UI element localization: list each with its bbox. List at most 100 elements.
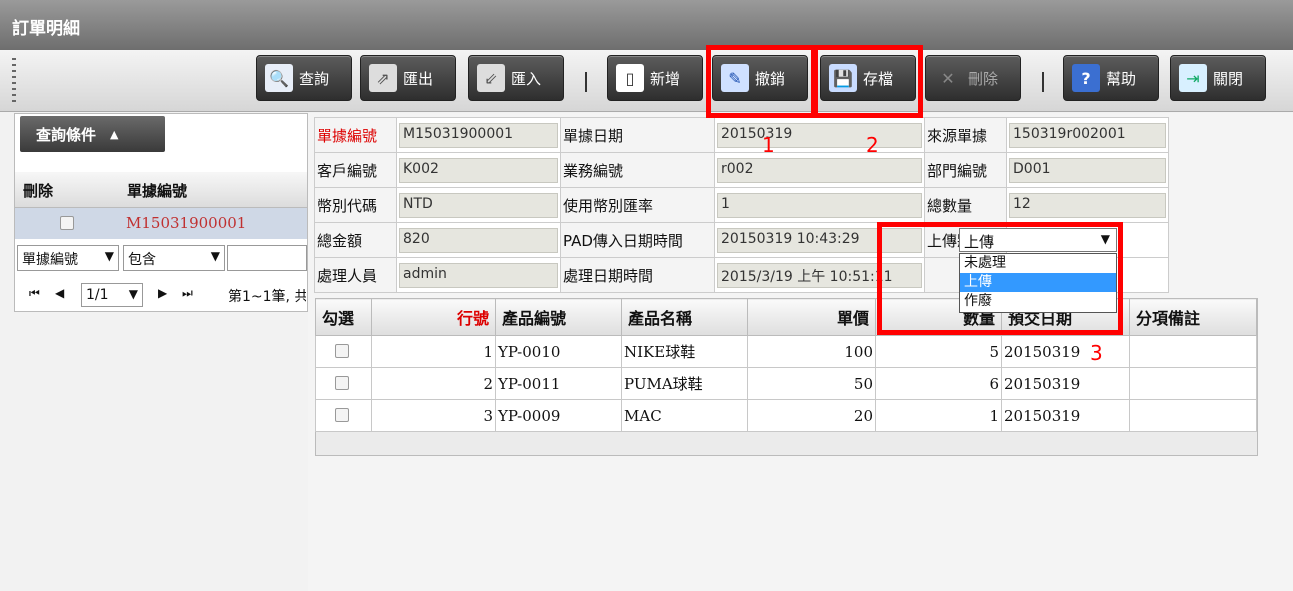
query-conditions-tab[interactable]: 查詢條件 ▲ [20,116,165,152]
row-select-checkbox[interactable] [335,376,349,390]
customer-no-label: 客戶編號 [314,152,397,188]
help-button[interactable]: ? 幫助 [1063,55,1159,101]
first-page-icon[interactable]: ⏮ [29,286,40,301]
cell-item-note[interactable] [1129,399,1257,432]
source-doc-field[interactable]: 150319r002001 [1009,122,1166,148]
dept-no-field[interactable]: D001 [1009,157,1166,183]
cell-line-no: 2 [371,367,496,400]
cell-item-note[interactable] [1129,367,1257,400]
import-icon: ⇙ [477,64,505,92]
window-title: 訂單明細 [12,19,80,39]
export-icon: ⇗ [369,64,397,92]
column-header-line-no[interactable]: 行號 [371,298,496,336]
export-button[interactable]: ⇗ 匯出 [360,55,456,101]
filter-operator-select[interactable]: 包含 ▼ [123,245,225,271]
cell-product-code[interactable]: YP-0011 [495,367,622,400]
doc-date-label: 單據日期 [560,117,715,153]
toolbar-separator [585,72,587,92]
annotation-number-2: 2 [866,133,879,157]
doc-date-field[interactable]: 20150319 [717,122,922,148]
result-list-header: 刪除 單據編號 [15,172,307,208]
sales-no-label: 業務編號 [560,152,715,188]
next-page-icon[interactable]: ▶ [158,286,167,300]
cell-qty[interactable]: 5 [875,335,1002,368]
dept-no-label: 部門編號 [924,152,1007,188]
currency-code-field[interactable]: NTD [399,192,558,218]
table-row[interactable]: 3 YP-0009 MAC 20 1 20150319 [315,399,1257,432]
delete-button[interactable]: ✕ 刪除 [925,55,1021,101]
total-amount-field[interactable]: 820 [399,227,558,253]
dropdown-arrow-icon: ▼ [104,249,114,263]
new-document-icon: ▯ [616,64,644,92]
close-button[interactable]: ⇥ 關閉 [1170,55,1266,101]
annotation-box-undo [706,45,816,118]
cell-unit-price[interactable]: 100 [747,335,876,368]
delete-x-icon: ✕ [941,68,955,88]
pager-summary: 第1~1筆, 共 [228,289,306,305]
column-header-delete[interactable]: 刪除 [23,180,53,201]
column-header-item-note[interactable]: 分項備註 [1129,298,1257,336]
sales-no-field[interactable]: r002 [717,157,922,183]
table-row[interactable]: 2 YP-0011 PUMA球鞋 50 6 20150319 [315,367,1257,400]
total-qty-field[interactable]: 12 [1009,192,1166,218]
toolbar-separator [1042,72,1044,92]
exchange-rate-label: 使用幣別匯率 [560,187,715,223]
new-button[interactable]: ▯ 新增 [607,55,703,101]
customer-no-field[interactable]: K002 [399,157,558,183]
filter-bar: 單據編號 ▼ 包含 ▼ [15,242,307,274]
page-select[interactable]: 1/1 ▼ [81,283,143,307]
annotation-number-3: 3 [1090,341,1103,365]
row-delete-checkbox[interactable] [60,216,74,230]
filter-value-input[interactable] [227,245,307,271]
cell-delivery-date[interactable]: 20150319 [1001,399,1130,432]
cell-line-no: 1 [371,335,496,368]
row-doc-no[interactable]: M15031900001 [126,214,246,232]
cell-product-name[interactable]: NIKE球鞋 [621,335,748,368]
annotation-box-save [813,45,923,118]
cell-unit-price[interactable]: 20 [747,399,876,432]
last-page-icon[interactable]: ⏭ [182,286,193,301]
doc-no-field[interactable]: M15031900001 [399,122,558,148]
toolbar: 🔍 查詢 ⇗ 匯出 ⇙ 匯入 ▯ 新增 ✎ 撤銷 💾 存檔 ✕ 刪除 ? 幫助 … [0,50,1293,112]
cell-product-code[interactable]: YP-0009 [495,399,622,432]
cell-qty[interactable]: 6 [875,367,1002,400]
exit-door-icon: ⇥ [1179,64,1207,92]
doc-no-label: 單據編號 [314,117,397,153]
row-select-checkbox[interactable] [335,344,349,358]
prev-page-icon[interactable]: ◀ [55,286,64,300]
query-button[interactable]: 🔍 查詢 [256,55,352,101]
handler-field[interactable]: admin [399,262,558,288]
table-row[interactable]: 1 YP-0010 NIKE球鞋 100 5 20150319 [315,335,1257,368]
cell-delivery-date[interactable]: 20150319 [1001,335,1130,368]
column-header-unit-price[interactable]: 單價 [747,298,876,336]
filter-field-select[interactable]: 單據編號 ▼ [17,245,119,271]
dropdown-arrow-icon: ▼ [128,287,138,301]
cell-product-name[interactable]: MAC [621,399,748,432]
toolbar-grip-handle[interactable] [12,58,16,102]
cell-product-name[interactable]: PUMA球鞋 [621,367,748,400]
import-button[interactable]: ⇙ 匯入 [468,55,564,101]
cell-product-code[interactable]: YP-0010 [495,335,622,368]
cell-unit-price[interactable]: 50 [747,367,876,400]
column-header-product-code[interactable]: 產品編號 [495,298,622,336]
dropdown-arrow-icon: ▼ [210,249,220,263]
exchange-rate-field[interactable]: 1 [717,192,922,218]
total-amount-label: 總金額 [314,222,397,258]
list-item[interactable]: M15031900001 [15,208,307,239]
pad-import-time-label: PAD傳入日期時間 [560,222,715,258]
row-select-checkbox[interactable] [335,408,349,422]
annotation-box-upload-status [877,222,1123,335]
column-header-product-name[interactable]: 產品名稱 [621,298,748,336]
magnifier-icon: 🔍 [265,64,293,92]
total-qty-label: 總數量 [924,187,1007,223]
annotation-number-1: 1 [762,133,775,157]
column-header-select[interactable]: 勾選 [315,298,372,336]
column-header-doc-no[interactable]: 單據編號 [127,180,187,201]
source-doc-label: 來源單據 [924,117,1007,153]
currency-code-label: 幣別代碼 [314,187,397,223]
help-icon: ? [1072,64,1100,92]
cell-item-note[interactable] [1129,335,1257,368]
collapse-up-icon: ▲ [110,127,119,141]
cell-qty[interactable]: 1 [875,399,1002,432]
cell-delivery-date[interactable]: 20150319 [1001,367,1130,400]
